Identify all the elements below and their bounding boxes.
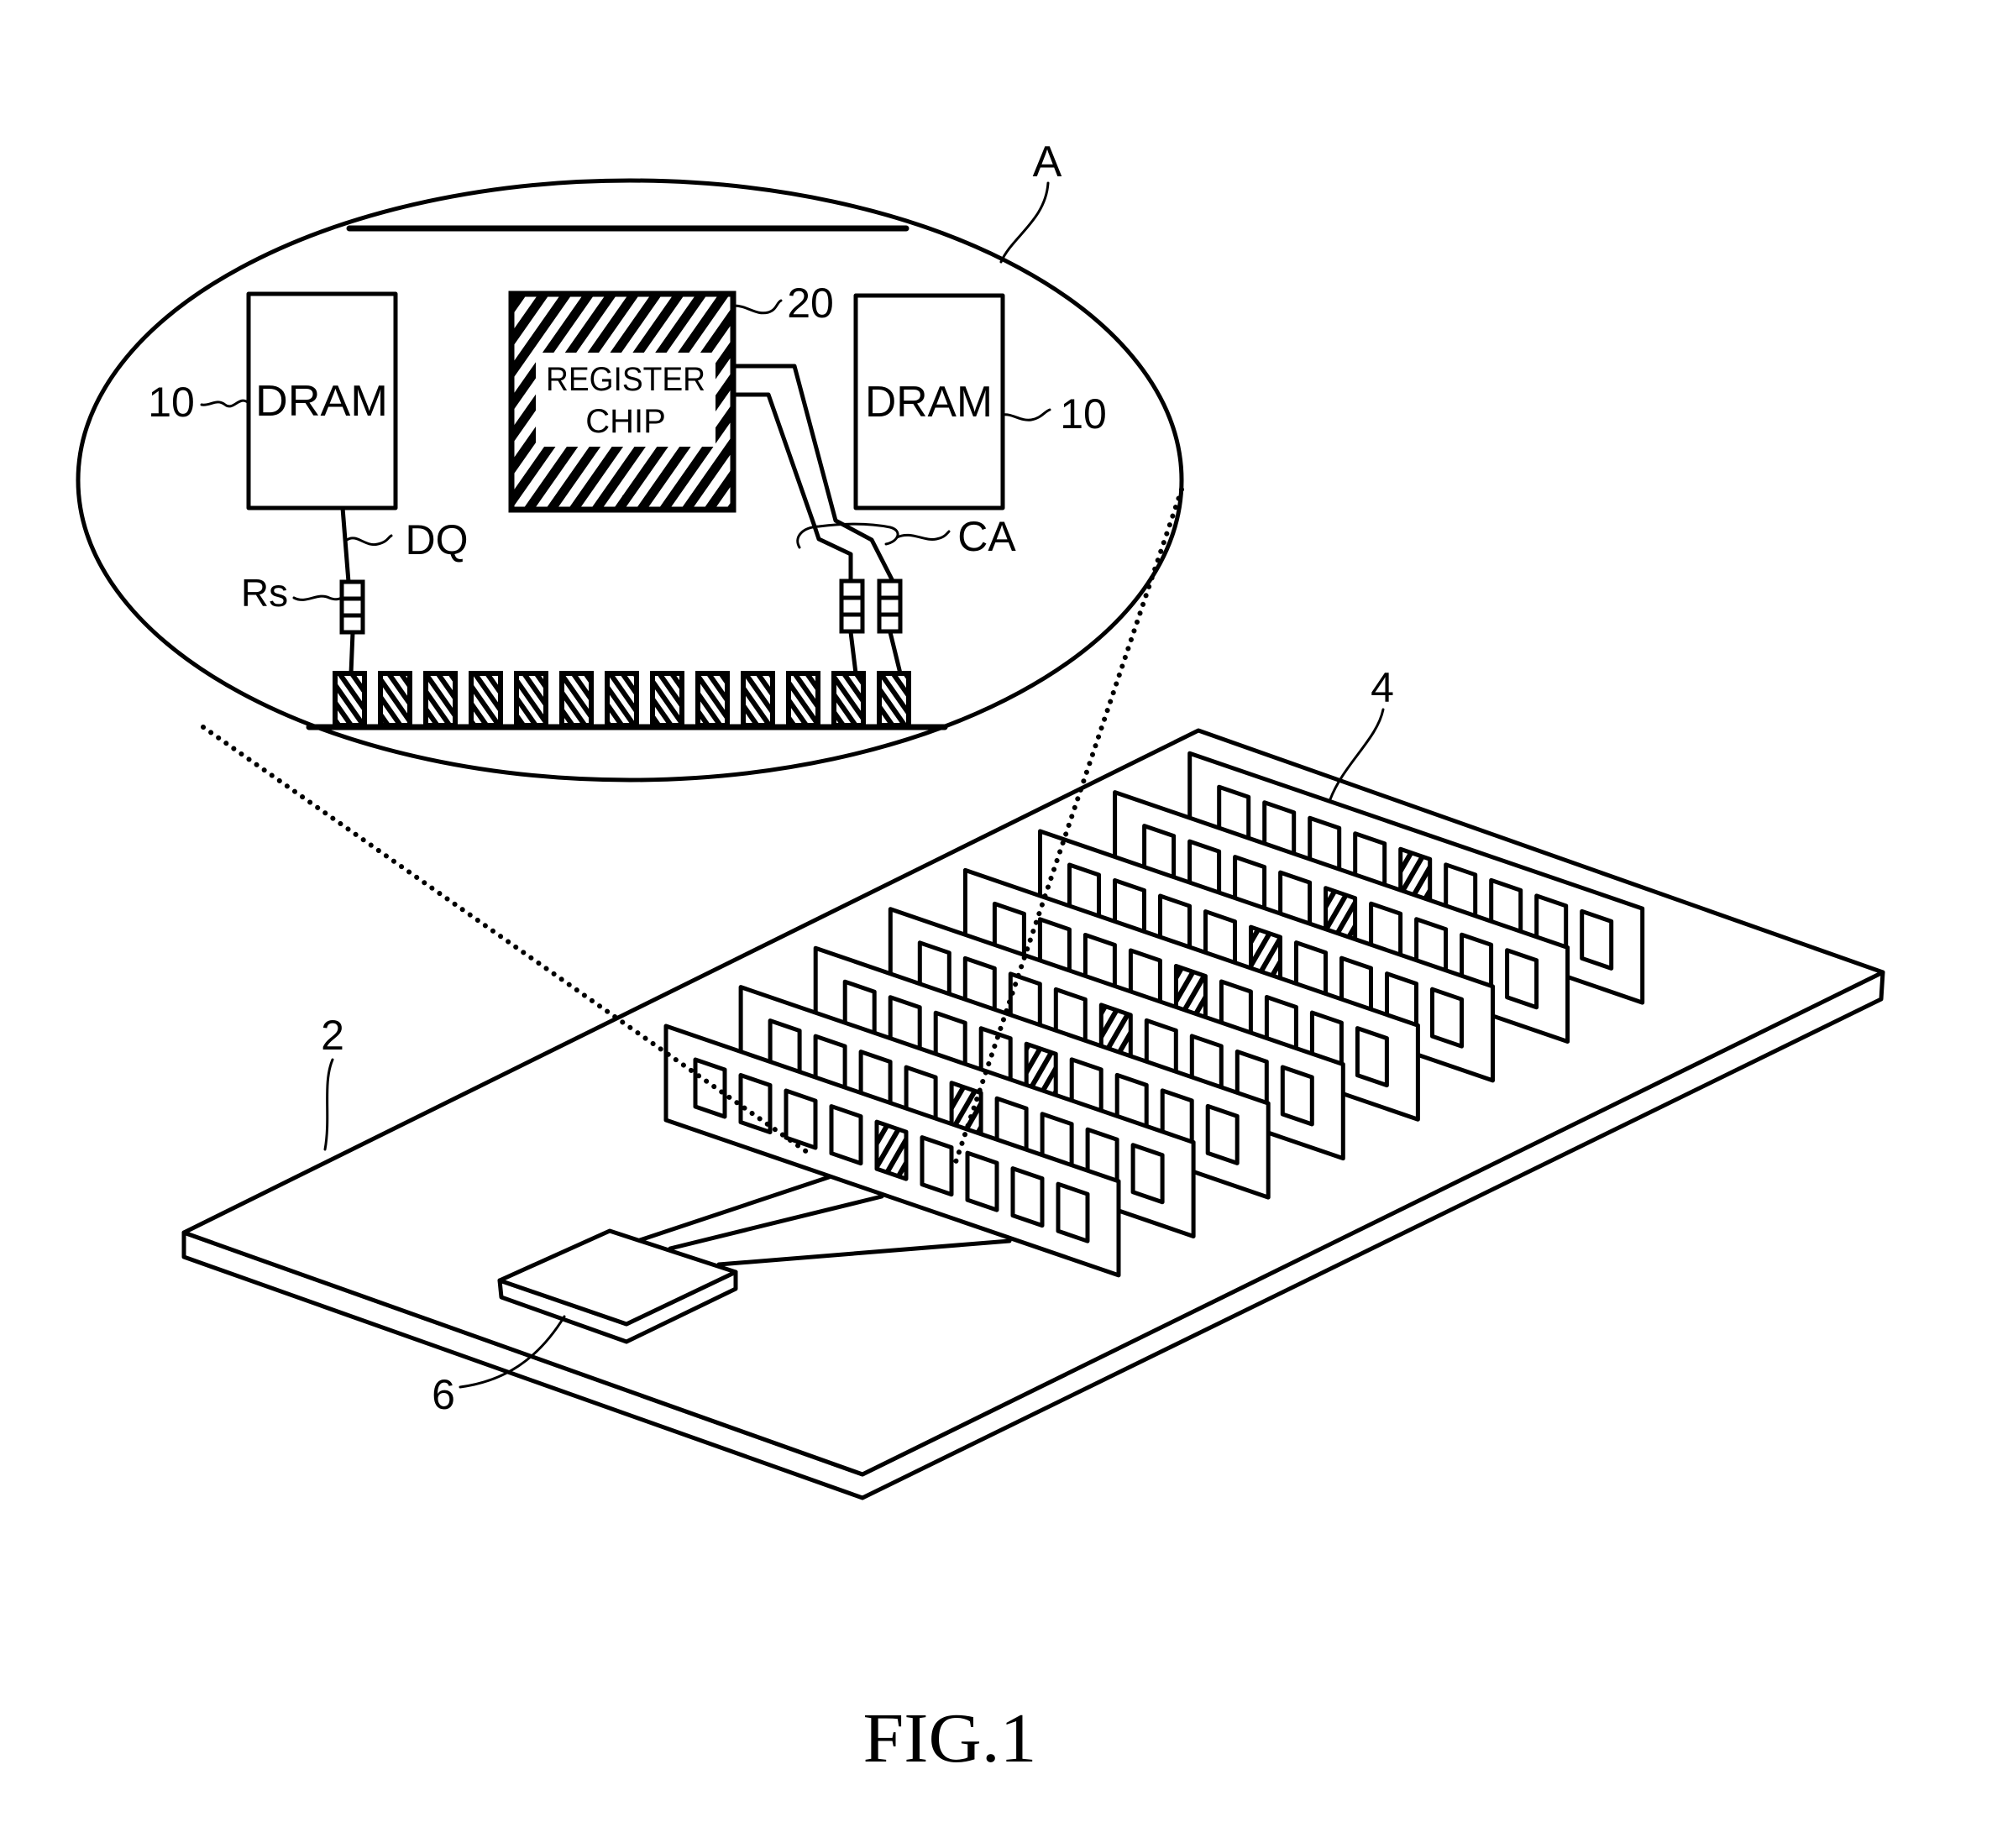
module-dram-chip xyxy=(1505,948,1539,1010)
modules-ref-label: 4 xyxy=(1371,664,1394,711)
dq-leader xyxy=(345,534,393,547)
callout-a-leader xyxy=(999,181,1050,264)
terminal-pin xyxy=(650,671,684,728)
register-chip-label-line1: REGISTER xyxy=(546,361,705,398)
terminal-pin xyxy=(559,671,594,728)
series-resistor xyxy=(839,578,865,634)
left-dram-label: DRAM xyxy=(255,377,388,426)
left-dram-ref: 10 xyxy=(148,379,195,426)
terminal-pin xyxy=(514,671,548,728)
figure-canvas: DRAM 10 REGISTER CHIP 20 DRAM 10 CA DQ R… xyxy=(76,138,1885,1777)
resistor-body xyxy=(877,578,903,634)
register-chip-label-line2: CHIP xyxy=(585,403,666,440)
rs-leader xyxy=(292,594,344,601)
controller-ref-label: 6 xyxy=(432,1371,455,1418)
terminal-pin xyxy=(741,671,775,728)
terminal-pins xyxy=(333,671,911,728)
series-resistor xyxy=(877,578,903,634)
board-ref-label: 2 xyxy=(321,1012,344,1059)
callout-a: DRAM 10 REGISTER CHIP 20 DRAM 10 CA DQ R… xyxy=(76,138,1184,783)
terminal-pin xyxy=(333,671,367,728)
module-dram-chip xyxy=(1130,1143,1165,1205)
resistor-body xyxy=(839,578,865,634)
module-dram-chip xyxy=(1580,908,1614,971)
series-resistor xyxy=(339,579,365,635)
left-dram-leader xyxy=(200,399,250,408)
terminal-pin xyxy=(605,671,639,728)
board-ref-leader xyxy=(323,1058,334,1151)
dq-wire xyxy=(340,505,351,584)
ca-label: CA xyxy=(957,513,1016,560)
module-dram-chip xyxy=(693,1057,727,1119)
module-dram-chip xyxy=(1205,1103,1240,1165)
terminal-pin xyxy=(831,671,866,728)
right-dram-ref: 10 xyxy=(1060,390,1107,437)
module-dram-chip xyxy=(1280,1065,1314,1127)
resistor-body xyxy=(339,579,365,635)
callout-a-label: A xyxy=(1033,138,1062,186)
terminal-pin xyxy=(423,671,458,728)
right-dram-label: DRAM xyxy=(865,378,993,427)
module-dram-chip xyxy=(1355,1026,1389,1088)
module-dram-chip xyxy=(1010,1166,1045,1228)
module-register-chip xyxy=(874,1119,909,1181)
ca-leader xyxy=(895,530,951,541)
dq-pin-wire xyxy=(349,630,355,676)
dq-label: DQ xyxy=(406,516,469,563)
ca-pin-wire-2 xyxy=(888,630,903,676)
terminal-pin xyxy=(378,671,412,728)
ca-wire-lower xyxy=(731,392,853,584)
right-dram-leader xyxy=(1001,408,1051,421)
register-chip-ref: 20 xyxy=(787,280,834,327)
module-dram-chip xyxy=(920,1135,954,1197)
figure-caption: FIG.1 xyxy=(863,1699,1037,1777)
register-chip-leader xyxy=(732,299,783,315)
terminal-pin xyxy=(695,671,730,728)
module-dram-chip xyxy=(1430,987,1464,1049)
module-dram-chip xyxy=(829,1104,863,1166)
terminal-pin xyxy=(786,671,820,728)
module-dram-chip xyxy=(1056,1181,1090,1243)
rs-label: Rs xyxy=(241,571,288,615)
terminal-pin xyxy=(469,671,503,728)
ca-pin-wire-1 xyxy=(848,630,858,676)
series-resistors xyxy=(339,578,903,635)
terminal-pin xyxy=(877,671,911,728)
module-dram-chip xyxy=(965,1150,999,1212)
